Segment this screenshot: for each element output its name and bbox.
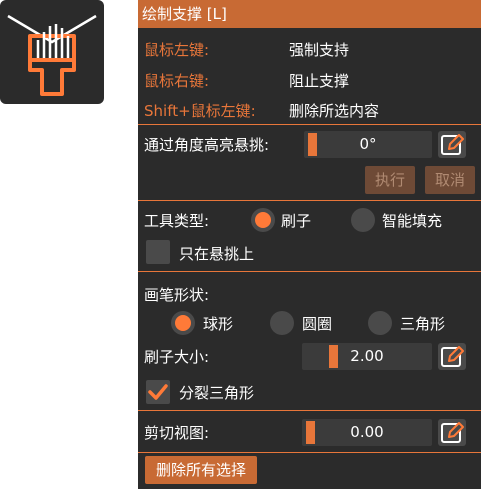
clipping-view-slider[interactable]: 0.00 [302, 419, 432, 446]
brush-tool-icon [0, 0, 104, 104]
overhang-only-checkbox[interactable] [146, 240, 170, 264]
radio-brush-label[interactable]: 刷子 [281, 210, 311, 232]
radio-triangle[interactable] [368, 311, 392, 335]
edit-icon[interactable] [438, 131, 466, 158]
clipping-view-label: 剪切视图: [144, 424, 210, 442]
radio-brush[interactable] [251, 208, 275, 232]
divider [138, 200, 481, 201]
radio-triangle-label[interactable]: 三角形 [400, 313, 445, 335]
brush-size-label: 刷子大小: [144, 348, 210, 366]
paint-support-panel: 绘制支撑 [L] 鼠标左键: 强制支持 鼠标右键: 阻止支撑 Shift+鼠标左… [138, 0, 481, 489]
radio-circle-label[interactable]: 圆圈 [302, 313, 332, 335]
brush-size-value: 2.00 [350, 347, 384, 365]
clear-all-selection-button[interactable]: 删除所有选择 [145, 456, 257, 484]
execute-button[interactable]: 执行 [365, 166, 415, 194]
brush-icon [7, 14, 97, 96]
cancel-button[interactable]: 取消 [425, 166, 475, 194]
overhang-angle-slider[interactable]: 0° [304, 131, 432, 158]
divider [138, 452, 481, 453]
radio-smart-fill-label[interactable]: 智能填充 [382, 210, 442, 232]
shortcut-key-shift-left: Shift+鼠标左键: [144, 102, 256, 120]
clipping-view-value: 0.00 [350, 423, 384, 441]
divider [138, 124, 481, 125]
overhang-angle-label: 通过角度高亮悬挑: [144, 136, 270, 154]
shortcut-key-right: 鼠标右键: [144, 72, 210, 90]
divider [138, 271, 481, 272]
tool-type-label: 工具类型: [144, 212, 210, 230]
shortcut-key-left: 鼠标左键: [144, 41, 210, 59]
radio-sphere-label[interactable]: 球形 [203, 313, 233, 335]
overhang-angle-value: 0° [359, 135, 377, 153]
split-triangles-label[interactable]: 分裂三角形 [179, 382, 254, 404]
shortcut-action-left: 强制支持 [289, 41, 350, 59]
brush-shape-label: 画笔形状: [144, 286, 210, 304]
panel-title: 绘制支撑 [L] [138, 0, 481, 28]
split-triangles-checkbox[interactable] [146, 380, 170, 404]
overhang-only-label[interactable]: 只在悬挑上 [179, 243, 254, 265]
radio-sphere[interactable] [171, 311, 195, 335]
edit-icon[interactable] [438, 419, 466, 446]
shortcut-action-right: 阻止支撑 [289, 72, 350, 90]
edit-icon[interactable] [438, 343, 466, 370]
radio-smart-fill[interactable] [351, 208, 375, 232]
shortcut-action-shift-left: 删除所选内容 [289, 102, 380, 120]
brush-size-slider[interactable]: 2.00 [302, 343, 432, 370]
radio-circle[interactable] [270, 311, 294, 335]
checkmark-icon [148, 384, 168, 400]
divider [138, 410, 481, 411]
